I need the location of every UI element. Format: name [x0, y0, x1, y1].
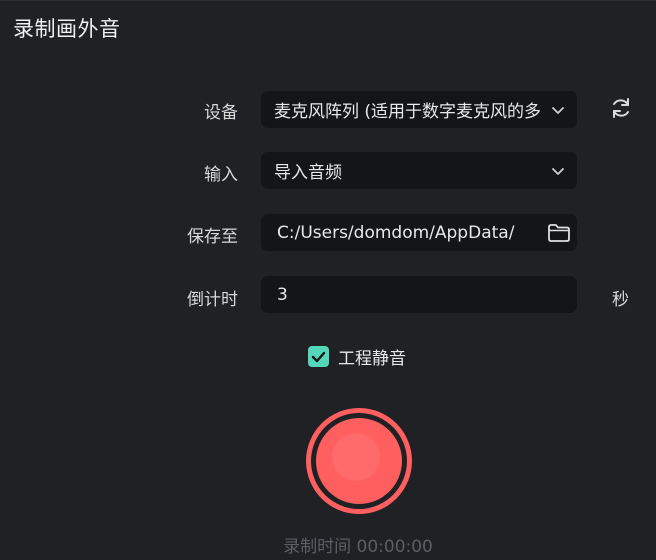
- record-button[interactable]: [303, 405, 415, 517]
- input-select-value: 导入音频: [274, 163, 342, 183]
- save-path-field[interactable]: C:/Users/domdom/AppData/: [261, 214, 577, 251]
- device-select[interactable]: 麦克风阵列 (适用于数字麦克风的多: [261, 91, 577, 128]
- folder-icon[interactable]: [547, 223, 571, 243]
- device-select-value: 麦克风阵列 (适用于数字麦克风的多: [274, 102, 542, 122]
- mute-project-checkbox[interactable]: 工程静音: [308, 344, 406, 369]
- checkmark-icon: [311, 351, 326, 362]
- chevron-down-icon: [552, 106, 564, 114]
- input-label: 输入: [204, 165, 238, 185]
- countdown-unit: 秒: [612, 290, 629, 310]
- chevron-down-icon: [552, 167, 564, 175]
- countdown-input[interactable]: 3: [261, 276, 577, 313]
- save-path-value: C:/Users/domdom/AppData/: [277, 222, 515, 243]
- input-select[interactable]: 导入音频: [261, 152, 577, 189]
- refresh-icon[interactable]: [609, 96, 633, 120]
- save-path-label: 保存至: [187, 227, 238, 247]
- device-label: 设备: [204, 103, 238, 123]
- dialog-title: 录制画外音: [13, 17, 121, 41]
- voiceover-panel: 录制画外音 设备 麦克风阵列 (适用于数字麦克风的多 输入 导入音频 保存至 C…: [0, 0, 656, 560]
- mute-project-label: 工程静音: [338, 349, 406, 369]
- checkbox-checked-icon[interactable]: [308, 346, 329, 367]
- countdown-label: 倒计时: [187, 290, 238, 310]
- countdown-value: 3: [277, 284, 288, 305]
- recording-time: 录制时间 00:00:00: [283, 537, 433, 557]
